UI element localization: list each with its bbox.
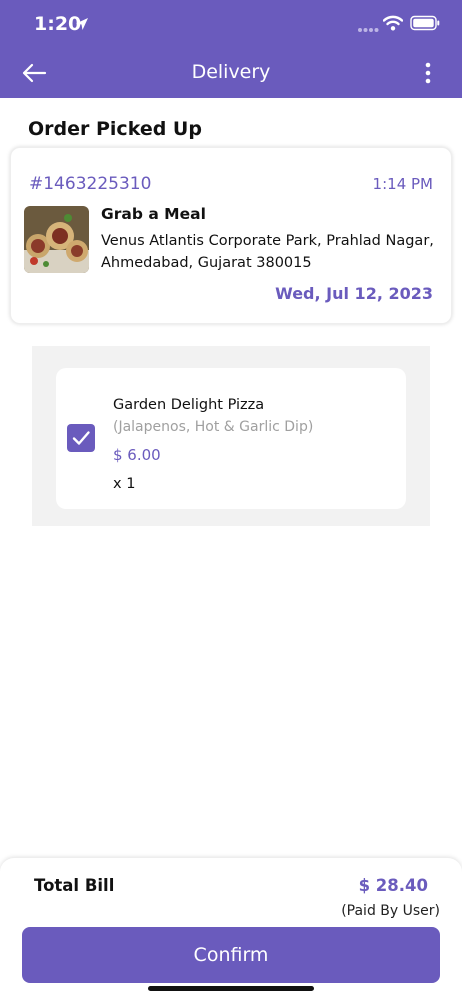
confirm-button[interactable]: Confirm bbox=[22, 927, 440, 983]
total-bill-label: Total Bill bbox=[34, 876, 115, 895]
app-header: 1:20 Delivery bbox=[0, 0, 462, 98]
battery-icon bbox=[410, 15, 440, 31]
item-options: (Jalapenos, Hot & Garlic Dip) bbox=[113, 419, 314, 435]
order-card: #1463225310 1:14 PM Grab a Meal Venus At… bbox=[10, 147, 452, 324]
order-time: 1:14 PM bbox=[372, 175, 433, 193]
store-address: Venus Atlantis Corporate Park, Prahlad N… bbox=[101, 233, 434, 271]
list-item: Garden Delight Pizza (Jalapenos, Hot & G… bbox=[56, 368, 406, 509]
order-date: Wed, Jul 12, 2023 bbox=[275, 284, 433, 303]
total-bill-value: $ 28.40 bbox=[358, 876, 428, 895]
signal-icon bbox=[358, 28, 379, 32]
item-checkbox[interactable] bbox=[67, 424, 95, 452]
location-arrow-icon bbox=[76, 18, 88, 30]
status-bar: 1:20 bbox=[0, 0, 462, 48]
order-status-title: Order Picked Up bbox=[28, 118, 202, 140]
store-image bbox=[24, 206, 89, 273]
store-name: Grab a Meal bbox=[101, 205, 206, 223]
page-title: Delivery bbox=[191, 61, 271, 83]
item-name: Garden Delight Pizza bbox=[113, 397, 265, 413]
item-quantity: x 1 bbox=[113, 476, 136, 492]
home-indicator bbox=[148, 986, 314, 991]
order-id: #1463225310 bbox=[29, 174, 152, 194]
bill-summary: Total Bill $ 28.40 (Paid By User) Confir… bbox=[0, 858, 462, 1000]
paid-by-note: (Paid By User) bbox=[341, 903, 440, 919]
wifi-icon bbox=[383, 15, 403, 31]
more-vertical-icon[interactable] bbox=[416, 60, 440, 86]
checkmark-icon bbox=[72, 431, 90, 445]
order-items-panel: Garden Delight Pizza (Jalapenos, Hot & G… bbox=[32, 346, 430, 526]
item-price: $ 6.00 bbox=[113, 446, 161, 464]
nav-bar: Delivery bbox=[0, 48, 462, 98]
